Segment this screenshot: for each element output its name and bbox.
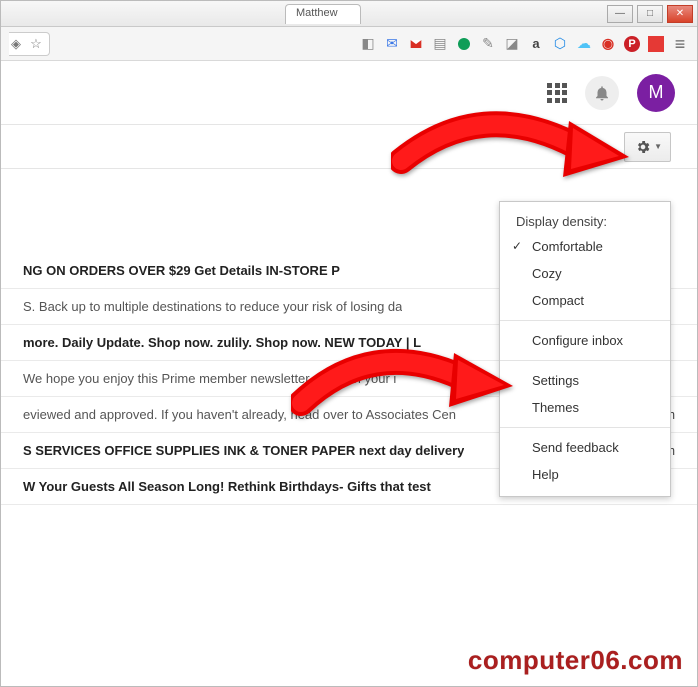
window-maximize-button[interactable]: □ [637,5,663,23]
browser-toolbar: ◈ ☆ ◧ ✉ ▤ ✎ ◪ a ⬡ ☁ ◉ P ≡ [1,27,697,61]
extension-icon-red[interactable] [647,35,665,53]
extension-icon-mail[interactable]: ✉ [383,35,401,53]
extension-icon-clip[interactable]: ✎ [479,35,497,53]
account-avatar[interactable]: M [637,74,675,112]
extension-icon-o[interactable]: ◉ [599,35,617,53]
menu-separator [500,360,670,361]
watermark-text: computer06.com [468,645,683,676]
avatar-initial: M [649,82,664,103]
settings-gear-button[interactable]: ▼ [624,132,671,162]
menu-item-comfortable[interactable]: Comfortable [500,233,670,260]
bell-icon [593,84,611,102]
extension-pinterest-icon[interactable]: P [623,35,641,53]
menu-item-send-feedback[interactable]: Send feedback [500,434,670,461]
menu-separator [500,320,670,321]
menu-item-compact[interactable]: Compact [500,287,670,314]
window-close-button[interactable]: ✕ [667,5,693,23]
gear-icon [635,139,651,155]
google-apps-icon[interactable] [547,83,567,103]
notifications-button[interactable] [585,76,619,110]
browser-titlebar: Matthew — □ ✕ [1,1,697,27]
menu-item-cozy[interactable]: Cozy [500,260,670,287]
extension-icon-dot[interactable] [455,35,473,53]
extension-gmail-icon[interactable] [407,35,425,53]
extension-cloud-icon[interactable]: ☁ [575,35,593,53]
menu-item-themes[interactable]: Themes [500,394,670,421]
menu-item-settings[interactable]: Settings [500,367,670,394]
action-toolbar: ▼ [1,125,697,169]
extension-icon-1[interactable]: ◧ [359,35,377,53]
reader-mode-icon[interactable]: ◈ [9,37,23,51]
browser-menu-icon[interactable]: ≡ [671,35,689,53]
menu-separator [500,427,670,428]
dropdown-caret-icon: ▼ [654,142,662,151]
extension-icon-box[interactable]: ◪ [503,35,521,53]
extension-icon-a[interactable]: a [527,35,545,53]
window-minimize-button[interactable]: — [607,5,633,23]
extension-icon-news[interactable]: ▤ [431,35,449,53]
settings-dropdown-menu: Display density: Comfortable Cozy Compac… [499,201,671,497]
extension-dropbox-icon[interactable]: ⬡ [551,35,569,53]
density-section-label: Display density: [500,210,670,233]
bookmark-star-icon[interactable]: ☆ [29,37,43,51]
menu-item-configure-inbox[interactable]: Configure inbox [500,327,670,354]
menu-item-help[interactable]: Help [500,461,670,488]
omnibox-right-cap[interactable]: ◈ ☆ [9,32,50,56]
browser-tab-title: Matthew [296,7,338,19]
app-header: M [1,61,697,125]
browser-tab[interactable]: Matthew [285,4,361,24]
